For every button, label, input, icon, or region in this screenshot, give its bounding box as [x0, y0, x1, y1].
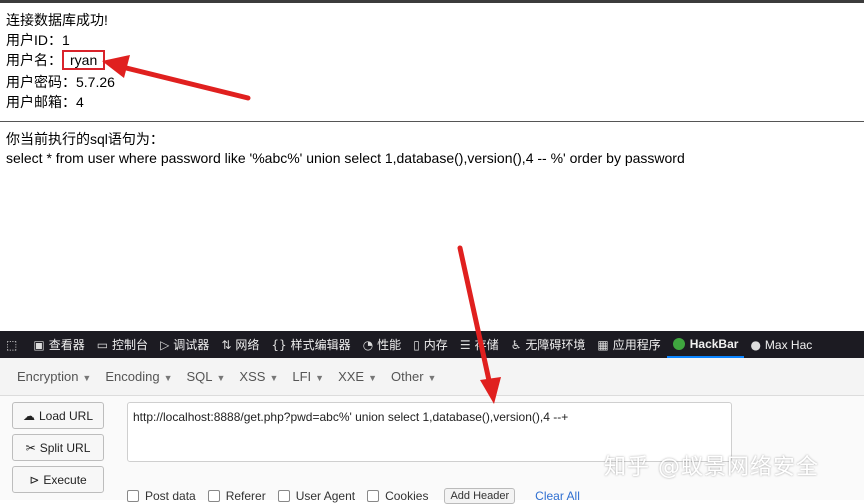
chevron-down-icon: ▼	[368, 373, 378, 383]
memory-icon: ▯	[413, 337, 420, 352]
devtools-toolbar: ⬚ ▣ 查看器 ▭ 控制台 ▷ 调试器 ⇅ 网络 {} 样式编辑器 ◔ 性能 ▯ 内存 ☰ 存储…	[0, 331, 864, 358]
referer-checkbox[interactable]: Referer	[207, 489, 266, 503]
load-url-button[interactable]: ☁ Load URL	[12, 402, 104, 429]
sql-statement: select * from user where password like '…	[6, 150, 685, 166]
arrow-to-username	[102, 55, 251, 101]
max-hackbar-icon: ●	[750, 337, 761, 352]
chevron-down-icon: ▼	[216, 373, 226, 383]
tab-performance[interactable]: ◔ 性能	[357, 331, 408, 358]
top-border	[0, 0, 864, 3]
tab-application[interactable]: ▦ 应用程序	[591, 331, 666, 358]
hackbar-menu: Encryption ▼ Encoding ▼ SQL ▼ XSS ▼ LFI ▼ XXE…	[0, 358, 864, 396]
chevron-down-icon: ▼	[269, 373, 279, 383]
network-icon: ⇅	[221, 337, 232, 352]
play-icon: ⊳	[29, 472, 40, 487]
application-icon: ▦	[597, 337, 609, 352]
execute-button[interactable]: ⊳ Execute	[12, 466, 104, 493]
tab-console[interactable]: ▭ 控制台	[91, 331, 154, 358]
tab-inspector[interactable]: ▣ 查看器	[27, 331, 90, 358]
user-id-value: 1	[62, 32, 70, 48]
add-header-button[interactable]: Add Header	[444, 488, 516, 504]
connection-status: 连接数据库成功!	[6, 12, 108, 28]
watermark: 知乎 @蚁景网络安全	[604, 455, 819, 480]
email-label: 用户邮箱：	[6, 94, 76, 110]
username-row: 用户名： ryan	[6, 50, 106, 70]
tab-max-hackbar[interactable]: ● Max Hac	[744, 331, 818, 358]
tab-debugger[interactable]: ▷ 调试器	[154, 331, 215, 358]
menu-encoding[interactable]: Encoding ▼	[98, 369, 179, 384]
hackbar-panel: ☁ Load URL ✂ Split URL ⊳ Execute http://loc…	[0, 396, 864, 504]
tab-network[interactable]: ⇅ 网络	[215, 331, 265, 358]
divider	[0, 121, 864, 122]
menu-xxe[interactable]: XXE ▼	[331, 369, 384, 384]
username-value-highlighted: ryan	[62, 50, 106, 70]
password-row: 用户密码：5.7.26	[6, 72, 115, 92]
tab-style-editor[interactable]: {} 样式编辑器	[265, 331, 356, 358]
user-id-label: 用户ID：	[6, 32, 62, 48]
hackbar-icon	[672, 337, 685, 350]
chevron-down-icon: ▼	[427, 373, 437, 383]
tab-hackbar[interactable]: HackBar	[666, 331, 745, 358]
split-url-button[interactable]: ✂ Split URL	[12, 434, 104, 461]
menu-other[interactable]: Other ▼	[384, 369, 443, 384]
menu-lfi[interactable]: LFI ▼	[285, 369, 331, 384]
tab-accessibility[interactable]: ♿ 无障碍环境	[505, 331, 592, 358]
chevron-down-icon: ▼	[315, 373, 325, 383]
storage-icon: ☰	[459, 337, 471, 352]
pick-element-icon[interactable]: ⬚	[0, 331, 27, 358]
scissors-icon: ✂	[25, 440, 36, 455]
console-icon: ▭	[96, 337, 109, 352]
style-editor-icon: {}	[271, 337, 287, 352]
request-options: Post data Referer User Agent Cookies Add…	[127, 488, 580, 504]
user-agent-checkbox[interactable]: User Agent	[277, 489, 355, 503]
clear-all-link[interactable]: Clear All	[535, 489, 580, 503]
menu-encryption[interactable]: Encryption ▼	[10, 369, 98, 384]
post-data-checkbox[interactable]: Post data	[127, 489, 196, 503]
chevron-down-icon: ▼	[163, 373, 173, 383]
cookies-checkbox[interactable]: Cookies	[367, 489, 428, 503]
email-row: 用户邮箱：4	[6, 92, 84, 112]
username-label: 用户名：	[6, 52, 62, 68]
inspector-icon: ▣	[33, 337, 45, 352]
menu-sql[interactable]: SQL ▼	[179, 369, 232, 384]
menu-xss[interactable]: XSS ▼	[232, 369, 285, 384]
debugger-icon: ▷	[160, 337, 170, 352]
cloud-download-icon: ☁	[22, 408, 35, 423]
sql-label: 你当前执行的sql语句为：	[6, 131, 164, 147]
chevron-down-icon: ▼	[82, 373, 92, 383]
accessibility-icon: ♿	[510, 337, 522, 352]
email-value: 4	[76, 94, 84, 110]
performance-icon: ◔	[362, 337, 374, 352]
password-label: 用户密码：	[6, 74, 76, 90]
tab-storage[interactable]: ☰ 存储	[454, 331, 505, 358]
password-value: 5.7.26	[76, 74, 115, 90]
user-id-row: 用户ID：1	[6, 30, 70, 50]
tab-memory[interactable]: ▯ 内存	[407, 331, 454, 358]
